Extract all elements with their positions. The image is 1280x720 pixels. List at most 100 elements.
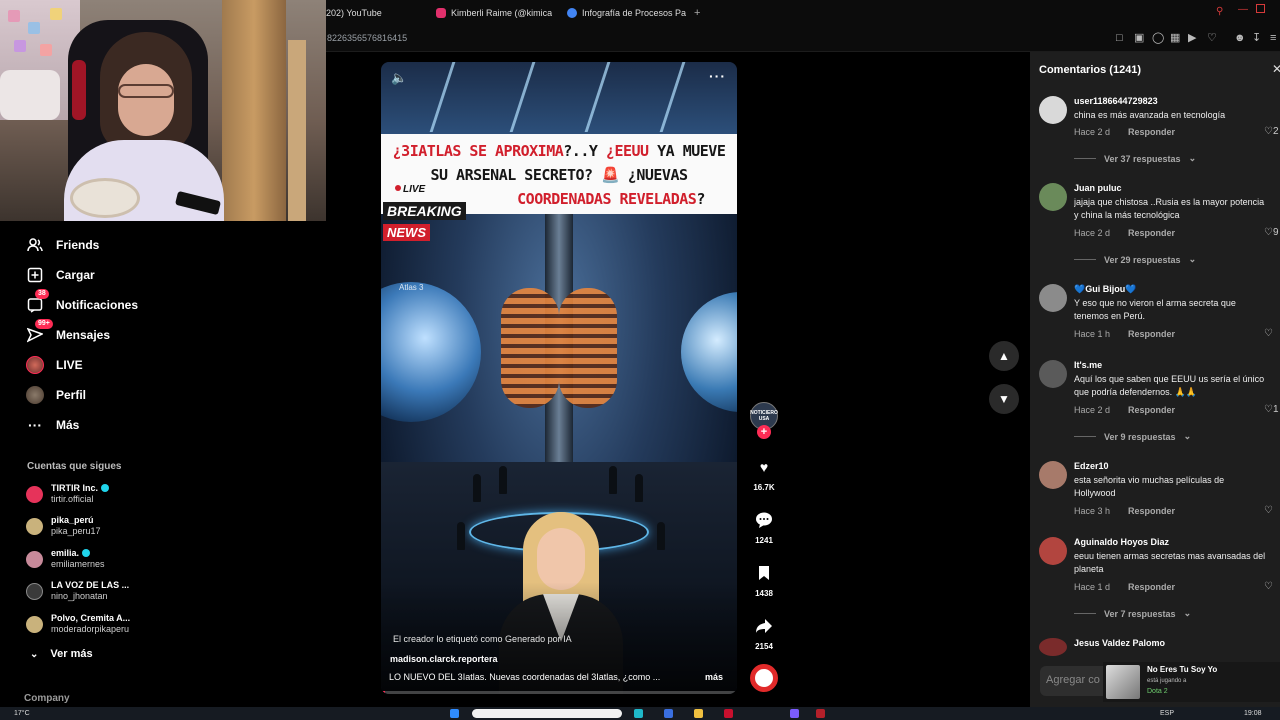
avatar[interactable]: [1039, 638, 1067, 656]
comment-count: 1241: [755, 536, 773, 545]
bookmark-icon[interactable]: □: [1116, 32, 1123, 44]
language-indicator[interactable]: ESP: [1160, 710, 1174, 717]
comment-like[interactable]: ♡1: [1264, 404, 1279, 415]
app-icon[interactable]: [664, 709, 673, 718]
view-replies-button[interactable]: Ver 37 respuestas ⌄: [1074, 153, 1196, 164]
comment-user[interactable]: Aguinaldo Hoyos Diaz: [1074, 537, 1169, 547]
comment-user[interactable]: It's.me: [1074, 360, 1102, 370]
comment-user[interactable]: Jesus Valdez Palomo: [1074, 638, 1165, 648]
video-caption: LO NUEVO DEL 3Iatlas. Nuevas coordenadas…: [389, 672, 661, 682]
see-more-button[interactable]: ⌄ Ver más: [30, 648, 93, 660]
comment-like[interactable]: ♡: [1264, 505, 1273, 516]
reply-button[interactable]: Responder: [1128, 405, 1175, 415]
edge-icon[interactable]: [634, 709, 643, 718]
comment-meta: Hace 3 h Responder: [1074, 506, 1176, 516]
sidebar-item-mensajes[interactable]: 99+ Mensajes: [26, 319, 110, 346]
comment-like[interactable]: ♡: [1264, 328, 1273, 339]
tab-icon[interactable]: ▣: [1134, 32, 1144, 44]
following-account[interactable]: TIRTIR Inc. tirtir.official: [26, 480, 109, 508]
company-link[interactable]: Company: [24, 693, 70, 704]
video-progress-bar[interactable]: [381, 691, 737, 694]
avatar[interactable]: [1039, 284, 1067, 312]
more-options-icon[interactable]: ···: [709, 68, 726, 84]
profile-icon[interactable]: ☻: [1234, 32, 1246, 44]
search-icon[interactable]: ⚲: [1216, 6, 1223, 17]
save-action[interactable]: 1438: [748, 560, 780, 598]
taskbar-search[interactable]: [472, 709, 622, 718]
reply-button[interactable]: Responder: [1128, 506, 1175, 516]
avatar[interactable]: [1039, 461, 1067, 489]
breaking-banner: BREAKING: [383, 202, 466, 220]
view-replies-button[interactable]: Ver 7 respuestas ⌄: [1074, 608, 1191, 619]
video-author[interactable]: madison.clarck.reportera: [390, 654, 498, 664]
discord-icon[interactable]: [790, 709, 799, 718]
weather-widget[interactable]: 17°C: [14, 710, 30, 717]
sidebar-item-live[interactable]: LIVE: [26, 354, 83, 376]
avatar[interactable]: [1039, 183, 1067, 211]
sidebar-item-perfil[interactable]: Perfil: [26, 384, 86, 406]
comment-like[interactable]: ♡2: [1264, 126, 1279, 137]
comment-action[interactable]: 1241: [748, 507, 780, 545]
like-action[interactable]: ♥ 16.7K: [748, 454, 780, 492]
minimize-icon[interactable]: —: [1238, 4, 1248, 15]
tab-instagram[interactable]: Kimberli Raime (@kimica: [436, 5, 552, 21]
comment-like[interactable]: ♡: [1264, 581, 1273, 592]
comment-icon[interactable]: [751, 507, 777, 533]
heart-icon[interactable]: ♡: [1207, 32, 1217, 44]
tab-youtube[interactable]: 202) YouTube: [326, 5, 426, 21]
menu-icon[interactable]: ≡: [1270, 32, 1276, 44]
follow-button[interactable]: +: [757, 425, 771, 439]
share-icon[interactable]: [751, 613, 777, 639]
wall-sticker: [40, 44, 52, 56]
sidebar-item-cargar[interactable]: Cargar: [26, 264, 95, 286]
play-icon[interactable]: ▶: [1188, 32, 1196, 44]
download-icon[interactable]: ↧: [1252, 32, 1261, 44]
folder-icon[interactable]: [694, 709, 703, 718]
sidebar-item-friends[interactable]: Friends: [26, 234, 99, 256]
chevron-down-icon: ▼: [998, 392, 1010, 406]
following-account[interactable]: Polvo, Cremita A... moderadorpikaperu: [26, 610, 130, 638]
clock[interactable]: 19:08: [1244, 710, 1262, 717]
comment-user[interactable]: Edzer10: [1074, 461, 1109, 471]
extension-icon[interactable]: ▦: [1170, 32, 1180, 44]
view-replies-button[interactable]: Ver 9 respuestas ⌄: [1074, 431, 1191, 442]
share-action[interactable]: 2154: [748, 613, 780, 651]
app-icon[interactable]: [816, 709, 825, 718]
music-disc-icon[interactable]: [750, 664, 778, 692]
caption-more-button[interactable]: más: [705, 672, 723, 682]
following-account[interactable]: emilia. emiliamernes: [26, 545, 105, 573]
maximize-icon[interactable]: [1256, 4, 1265, 13]
sidebar-item-notificaciones[interactable]: 38 Notificaciones: [26, 289, 138, 316]
opera-icon[interactable]: [724, 709, 733, 718]
reply-button[interactable]: Responder: [1128, 329, 1175, 339]
reply-button[interactable]: Responder: [1128, 127, 1175, 137]
shield-icon[interactable]: ◯: [1152, 32, 1164, 44]
sidebar-item-mas[interactable]: ··· Más: [26, 414, 79, 436]
video-player[interactable]: Atlas 3 ¿3IATLAS SE APROXIMA?..Y ¿EEUU Y…: [381, 62, 737, 694]
volume-icon[interactable]: 🔈: [391, 70, 407, 86]
tab-infografia[interactable]: Infografía de Procesos Pa: [567, 5, 687, 21]
avatar[interactable]: [1039, 96, 1067, 124]
comment-user[interactable]: user1186644729823: [1074, 96, 1158, 106]
heart-icon[interactable]: ♥: [751, 454, 777, 480]
new-tab-button[interactable]: +: [694, 5, 706, 21]
following-account[interactable]: pika_perú pika_peru17: [26, 512, 101, 540]
reply-button[interactable]: Responder: [1128, 228, 1175, 238]
avatar[interactable]: [1039, 360, 1067, 388]
comment-user[interactable]: 💙Gui Bijou💙: [1074, 284, 1136, 295]
planet-right: [681, 292, 737, 412]
close-icon[interactable]: ✕: [1272, 62, 1280, 76]
comment-user[interactable]: Juan puluc: [1074, 183, 1122, 193]
add-comment-input[interactable]: Agregar co: [1040, 666, 1110, 696]
comment-like[interactable]: ♡9: [1264, 227, 1279, 238]
following-account[interactable]: LA VOZ DE LAS ... nino_jhonatan: [26, 577, 129, 605]
bookmark-icon[interactable]: [751, 560, 777, 586]
view-replies-button[interactable]: Ver 29 respuestas ⌄: [1074, 254, 1196, 265]
start-icon[interactable]: [450, 709, 459, 718]
reply-button[interactable]: Responder: [1128, 582, 1175, 592]
comment-meta: Hace 1 h Responder: [1074, 329, 1176, 339]
avatar[interactable]: [1039, 537, 1067, 565]
steam-notification[interactable]: No Eres Tu Soy Yo está jugando a Dota 2: [1103, 662, 1280, 702]
next-video-button[interactable]: ▼: [989, 384, 1019, 414]
previous-video-button[interactable]: ▲: [989, 341, 1019, 371]
